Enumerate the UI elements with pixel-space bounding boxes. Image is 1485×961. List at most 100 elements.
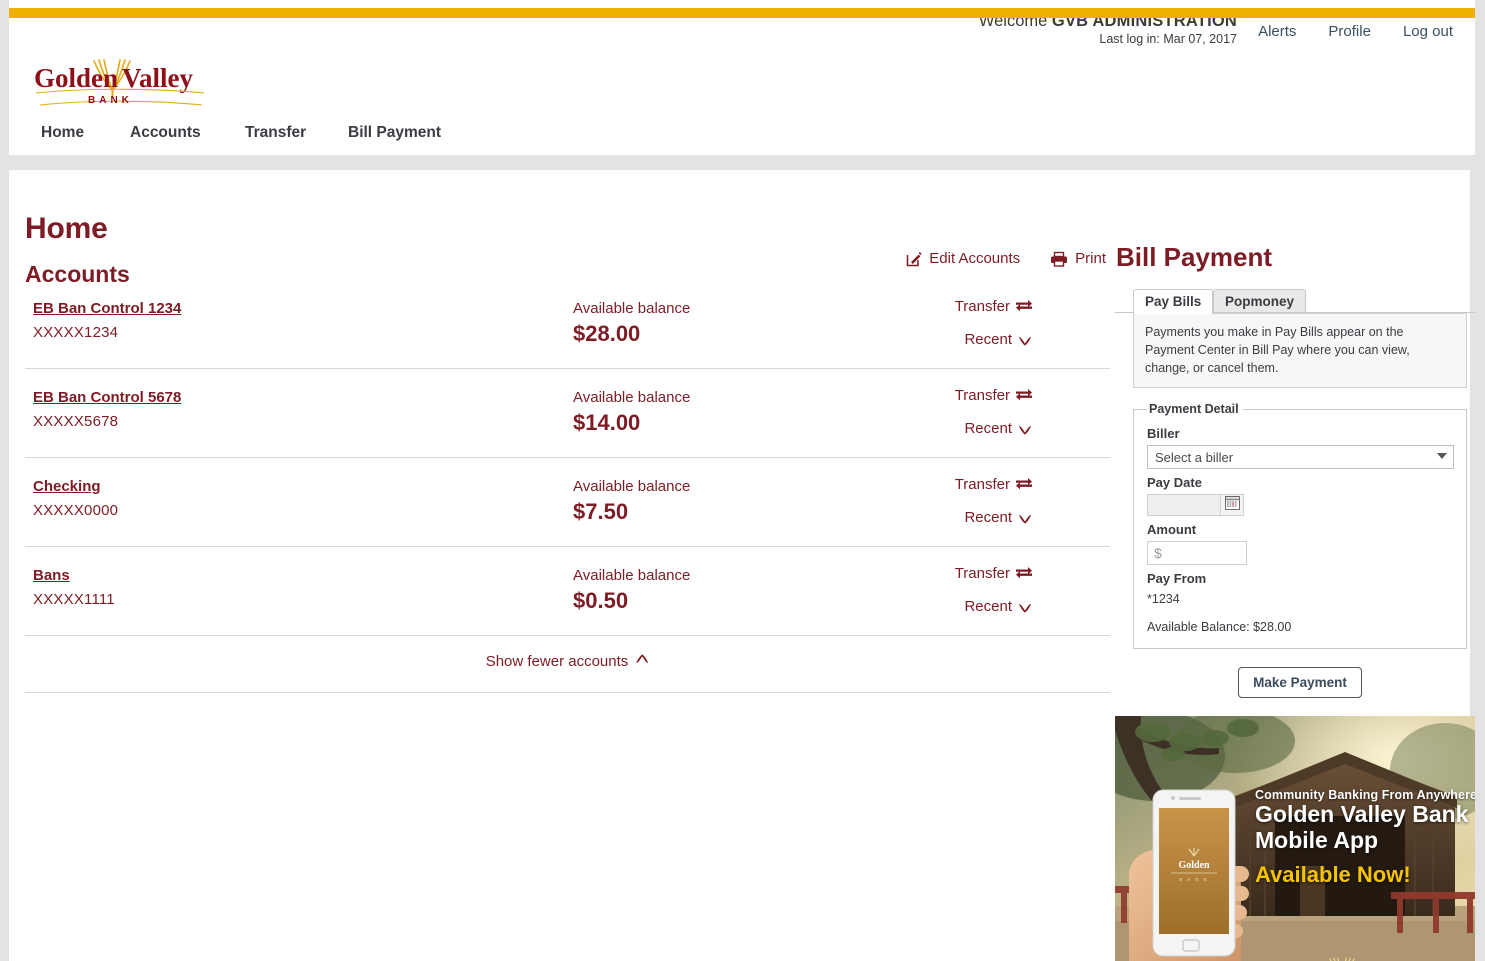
transfer-link-label: Transfer: [954, 565, 1010, 582]
pay-bills-info-text: Payments you make in Pay Bills appear on…: [1145, 325, 1410, 375]
transfer-link-label: Transfer: [954, 476, 1010, 493]
show-fewer-accounts-label: Show fewer accounts: [485, 653, 629, 670]
promo-tagline: Community Banking From Anywhere: [1255, 788, 1475, 802]
edit-accounts-label: Edit Accounts: [929, 250, 1021, 267]
make-payment-button[interactable]: Make Payment: [1238, 667, 1362, 699]
account-actions: Transfer Recent: [955, 565, 1032, 631]
tab-pay-bills[interactable]: Pay Bills: [1133, 289, 1214, 313]
promo-phone-logo-word1: Golden: [1178, 860, 1210, 871]
transfer-arrows-icon: [1016, 567, 1032, 584]
recent-link[interactable]: Recent: [955, 509, 1032, 528]
logout-link[interactable]: Log out: [1403, 23, 1453, 40]
promo-headline: Golden Valley Bank Mobile App: [1255, 801, 1469, 853]
nav-item-bill-payment[interactable]: Bill Payment: [348, 124, 441, 142]
print-button[interactable]: Print: [1050, 250, 1106, 267]
chevron-up-icon: [635, 652, 649, 669]
account-name[interactable]: EB Ban Control 5678: [33, 389, 181, 406]
accounts-tools: Edit Accounts Print: [906, 250, 1106, 267]
promo-inner: Golden B A N K Community Banking From An…: [1115, 716, 1475, 961]
available-balance-label: Available balance: [573, 478, 691, 495]
account-actions: Transfer Recent: [955, 298, 1032, 364]
available-balance-amount: $14.00: [573, 410, 641, 435]
recent-link[interactable]: Recent: [955, 598, 1032, 617]
content-panel: Home Accounts Edit Accounts Print EB Ban…: [9, 170, 1475, 961]
chevron-down-icon: [1018, 333, 1032, 350]
promo-copy: Community Banking From Anywhere Golden V…: [1255, 788, 1475, 888]
show-fewer-accounts-button[interactable]: Show fewer accounts: [486, 652, 650, 670]
available-balance-amount: $0.50: [573, 588, 629, 613]
header-links: Alerts Profile Log out: [1258, 23, 1453, 40]
accounts-header: Accounts Edit Accounts Print: [25, 242, 1110, 287]
pay-date-input[interactable]: [1147, 494, 1221, 517]
profile-link[interactable]: Profile: [1328, 23, 1371, 40]
calendar-icon: [1224, 495, 1240, 515]
promo-available-now: Available Now!: [1255, 861, 1411, 887]
transfer-link[interactable]: Transfer: [955, 298, 1032, 317]
amount-label: Amount: [1147, 522, 1197, 538]
biller-select[interactable]: Select a biller: [1147, 445, 1454, 470]
nav-item-home[interactable]: Home: [41, 124, 130, 142]
payment-detail-legend: Payment Detail: [1149, 402, 1239, 417]
available-balance-label: Available balance: [573, 389, 691, 406]
recent-link[interactable]: Recent: [955, 420, 1032, 439]
pay-date-group: [1147, 494, 1244, 517]
tab-popmoney[interactable]: Popmoney: [1213, 289, 1307, 313]
available-balance-label: Available balance: [573, 300, 691, 317]
amount-input[interactable]: [1147, 541, 1247, 566]
nav-item-accounts[interactable]: Accounts: [130, 124, 245, 142]
chevron-down-icon: [1018, 600, 1032, 617]
page-title: Home: [25, 212, 108, 246]
account-number: XXXXX5678: [33, 413, 119, 430]
edit-pencil-icon: [906, 251, 922, 267]
biller-select-wrap: Select a biller: [1147, 445, 1454, 470]
available-balance-amount: $28.00: [573, 321, 641, 346]
golden-valley-bank-logo[interactable]: Golden Valley BANK: [34, 57, 206, 109]
calendar-picker-button[interactable]: [1221, 494, 1244, 517]
recent-link-label: Recent: [964, 331, 1012, 348]
transfer-arrows-icon: [1016, 300, 1032, 317]
alerts-link[interactable]: Alerts: [1258, 23, 1296, 40]
biller-label: Biller: [1147, 426, 1180, 442]
account-name[interactable]: EB Ban Control 1234: [33, 300, 181, 317]
printer-icon: [1050, 251, 1068, 267]
account-name[interactable]: Checking: [33, 478, 101, 495]
recent-link-label: Recent: [964, 420, 1012, 437]
transfer-link[interactable]: Transfer: [955, 387, 1032, 406]
main-navigation: Home Accounts Transfer Bill Payment: [41, 124, 441, 142]
account-number: XXXXX0000: [33, 502, 119, 519]
show-fewer-accounts-row: Show fewer accounts: [25, 636, 1110, 693]
print-label: Print: [1075, 250, 1106, 267]
edit-accounts-button[interactable]: Edit Accounts: [906, 250, 1020, 267]
account-row[interactable]: EB Ban Control 5678 XXXXX5678 Available …: [25, 369, 1110, 458]
recent-link-label: Recent: [964, 509, 1012, 526]
account-row[interactable]: Bans XXXXX1111 Available balance $0.50 T…: [25, 547, 1110, 636]
tab-pay-bills-label: Pay Bills: [1145, 294, 1202, 309]
recent-link-label: Recent: [964, 598, 1012, 615]
active-tab-rule-mask: [1134, 312, 1212, 314]
chevron-down-icon: [1018, 511, 1032, 528]
svg-text:Golden: Golden: [34, 63, 118, 93]
make-payment-row: Make Payment: [1133, 667, 1467, 699]
account-actions: Transfer Recent: [955, 387, 1032, 453]
recent-link[interactable]: Recent: [955, 331, 1032, 350]
nav-item-transfer[interactable]: Transfer: [245, 124, 348, 142]
account-row[interactable]: Checking XXXXX0000 Available balance $7.…: [25, 458, 1110, 547]
available-balance-label: Available balance: [573, 567, 691, 584]
transfer-link[interactable]: Transfer: [955, 476, 1032, 495]
svg-text:Valley: Valley: [122, 63, 194, 93]
pay-from-label: Pay From: [1147, 571, 1207, 587]
account-name[interactable]: Bans: [33, 567, 70, 584]
account-row[interactable]: EB Ban Control 1234 XXXXX1234 Available …: [25, 280, 1110, 369]
gold-accent-bar: [9, 8, 1475, 18]
payment-detail-fieldset: Payment Detail Biller Select a biller Pa…: [1133, 402, 1467, 650]
account-actions: Transfer Recent: [955, 476, 1032, 542]
transfer-link-label: Transfer: [954, 298, 1010, 315]
mobile-app-promo-banner[interactable]: Golden B A N K Community Banking From An…: [1115, 716, 1475, 961]
site-header: Welcome GVB ADMINISTRATION Last log in: …: [9, 0, 1475, 155]
bill-payment-tabs: Pay Bills Popmoney: [1115, 289, 1475, 314]
welcome-block: Welcome GVB ADMINISTRATION Last log in: …: [979, 12, 1237, 47]
last-login-text: Last log in: Mar 07, 2017: [1099, 32, 1237, 47]
pay-bills-info-box: Payments you make in Pay Bills appear on…: [1133, 313, 1467, 389]
svg-text:BANK: BANK: [88, 95, 133, 106]
transfer-link[interactable]: Transfer: [955, 565, 1032, 584]
